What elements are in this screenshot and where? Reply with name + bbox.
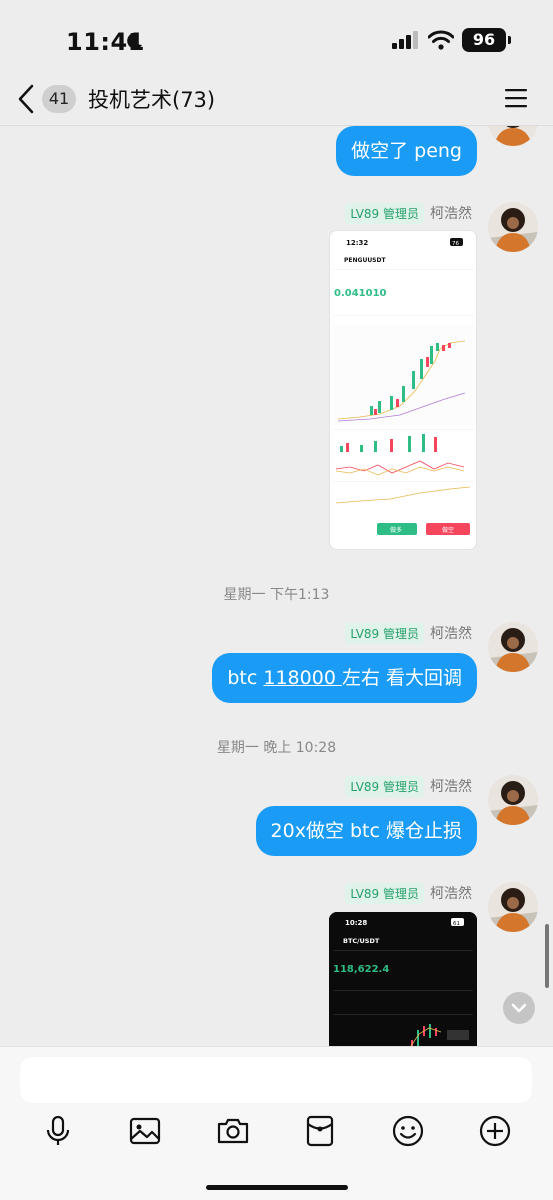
battery-cap — [508, 36, 511, 44]
message-link[interactable]: 118000 — [263, 667, 342, 689]
screenshot-battery: 61 — [453, 921, 460, 927]
input-area — [0, 1046, 553, 1200]
scroll-to-bottom-button[interactable] — [503, 992, 535, 1024]
screenshot-price: 0.041010 — [334, 288, 387, 299]
sender-name[interactable]: 柯浩然 — [430, 883, 472, 903]
signal-icon — [392, 31, 418, 49]
long-button-label: 做多 — [390, 526, 402, 534]
message-text: 20x做空 btc 爆仓止损 — [270, 820, 462, 842]
level-badge: LV89 管理员 — [345, 775, 424, 797]
message-input[interactable] — [20, 1057, 532, 1103]
plus-icon[interactable] — [477, 1113, 513, 1149]
short-button-label: 做空 — [442, 526, 454, 534]
sender-info: LV89 管理员 柯浩然 — [345, 775, 472, 797]
status-bar: 11:41 96 — [0, 0, 553, 80]
home-indicator — [206, 1185, 348, 1190]
message-bubble[interactable]: btc 118000 左右 看大回调 — [212, 653, 477, 703]
message-text: btc — [227, 667, 264, 689]
avatar[interactable] — [488, 775, 538, 825]
image-icon[interactable] — [127, 1113, 163, 1149]
message-text: 做空了 peng — [351, 140, 462, 162]
message-list[interactable]: 做空了 peng LV89 管理员 柯浩然 12:32 76 PENGUUSDT… — [0, 126, 553, 1046]
sender-info: LV89 管理员 柯浩然 — [345, 202, 472, 224]
screenshot-price: 118,622.4 — [333, 964, 389, 975]
message-text: 左右 看大回调 — [341, 667, 462, 689]
chart-screenshot-btcusdt[interactable]: 10:28 61 BTC/USDT 118,622.4 — [329, 912, 477, 1046]
chevron-down-icon — [511, 1003, 527, 1013]
sender-name[interactable]: 柯浩然 — [430, 776, 472, 796]
timestamp: 星期一 晚上 10:28 — [216, 740, 337, 756]
scroll-indicator[interactable] — [545, 924, 549, 988]
message-bubble[interactable]: 20x做空 btc 爆仓止损 — [255, 806, 477, 856]
wifi-icon — [428, 30, 454, 50]
screenshot-battery: 76 — [452, 241, 459, 247]
sender-name[interactable]: 柯浩然 — [430, 203, 472, 223]
avatar[interactable] — [488, 126, 538, 146]
avatar[interactable] — [488, 882, 538, 932]
message-bubble[interactable]: 做空了 peng — [336, 126, 477, 176]
chat-header: 41 投机艺术(73) — [0, 72, 553, 126]
sender-info: LV89 管理员 柯浩然 — [345, 622, 472, 644]
red-packet-icon[interactable] — [302, 1113, 338, 1149]
screenshot-pair: PENGUUSDT — [344, 257, 386, 264]
emoji-icon[interactable] — [390, 1113, 426, 1149]
unread-count-badge[interactable]: 41 — [42, 85, 76, 113]
back-icon[interactable] — [16, 82, 38, 116]
battery-indicator: 96 — [462, 28, 506, 52]
avatar[interactable] — [488, 622, 538, 672]
mic-icon[interactable] — [40, 1113, 76, 1149]
moon-icon — [127, 32, 142, 49]
timestamp: 星期一 下午1:13 — [223, 587, 330, 603]
chat-title: 投机艺术(73) — [88, 88, 216, 112]
level-badge: LV89 管理员 — [345, 622, 424, 644]
level-badge: LV89 管理员 — [345, 202, 424, 224]
screenshot-time: 12:32 — [346, 239, 368, 247]
avatar[interactable] — [488, 202, 538, 252]
camera-icon[interactable] — [215, 1113, 251, 1149]
chart-screenshot-penguusdt[interactable]: 12:32 76 PENGUUSDT 0.041010 做多 做空 — [329, 230, 477, 550]
sender-info: LV89 管理员 柯浩然 — [345, 882, 472, 904]
sender-name[interactable]: 柯浩然 — [430, 623, 472, 643]
menu-icon[interactable] — [504, 87, 530, 109]
screenshot-pair: BTC/USDT — [343, 937, 380, 945]
level-badge: LV89 管理员 — [345, 882, 424, 904]
screenshot-time: 10:28 — [345, 919, 367, 927]
